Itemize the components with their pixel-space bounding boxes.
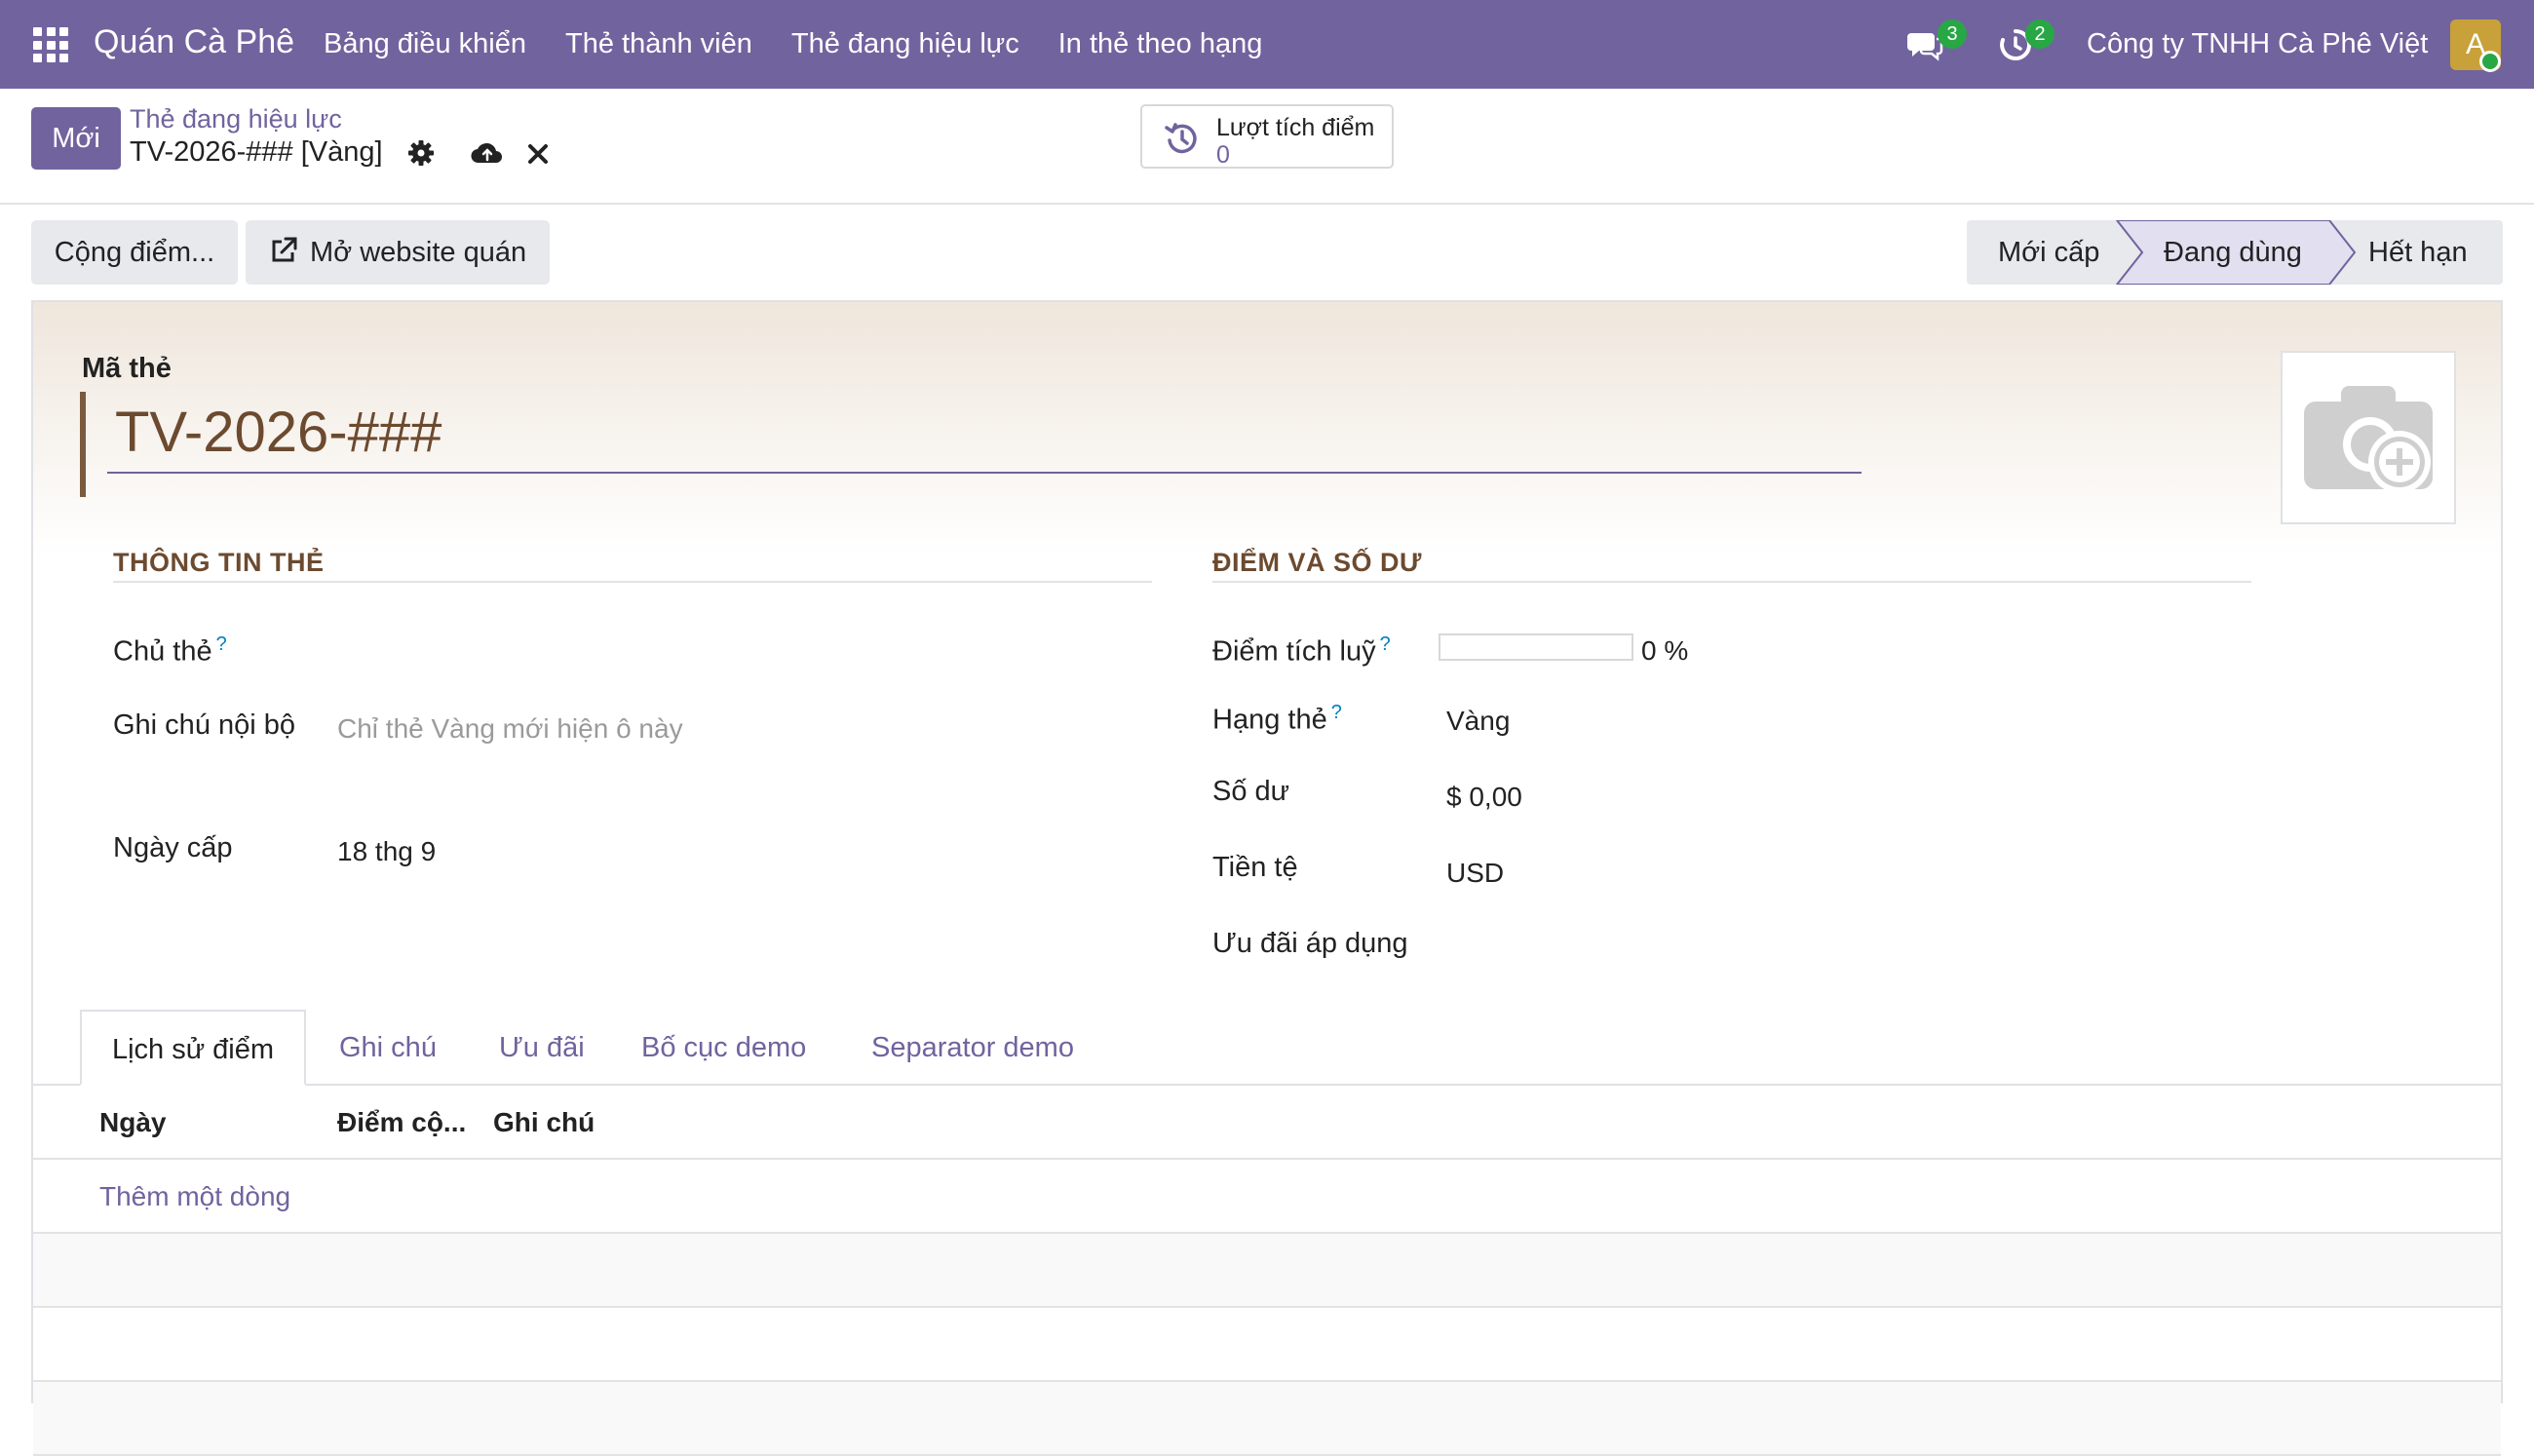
balance-label: Số dư — [1212, 776, 1290, 807]
open-website-label: Mở website quán — [310, 237, 527, 268]
card-image-upload[interactable] — [2281, 351, 2456, 524]
internal-note-field[interactable]: Chỉ thẻ Vàng mới hiện ô này — [337, 713, 683, 745]
add-line-link[interactable]: Thêm một dòng — [99, 1160, 290, 1234]
section-divider — [1212, 581, 2251, 583]
stage-new[interactable]: Mới cấp — [1998, 220, 2099, 285]
help-tooltip-icon[interactable]: ? — [216, 633, 227, 655]
issue-date-label: Ngày cấp — [113, 832, 233, 863]
tab-separator-demo[interactable]: Separator demo — [871, 1010, 1074, 1086]
holder-field[interactable] — [337, 633, 1136, 669]
new-button[interactable]: Mới — [31, 107, 121, 170]
history-icon — [1165, 123, 1197, 154]
tier-label: Hạng thẻ? — [1212, 702, 1342, 737]
control-panel: Mới Thẻ đang hiệu lực TV-2026-### [Vàng]… — [0, 89, 2534, 205]
top-navbar: Quán Cà Phê Bảng điều khiển Thẻ thành vi… — [0, 0, 2534, 89]
points-progress-value: 0 % — [1641, 635, 1689, 666]
discard-x-icon[interactable] — [524, 140, 552, 168]
column-header-points[interactable]: Điểm cộ... — [337, 1086, 466, 1160]
stage-active[interactable]: Đang dùng — [2164, 220, 2302, 285]
points-balance-section-title: ĐIỂM VÀ SỐ DƯ — [1212, 548, 1422, 577]
offer-field[interactable] — [1446, 928, 2246, 963]
add-points-button[interactable]: Cộng điểm... — [31, 220, 238, 285]
help-tooltip-icon[interactable]: ? — [1380, 633, 1391, 655]
points-label-text: Điểm tích luỹ — [1212, 635, 1376, 668]
table-header-row: Ngày Điểm cộ... Ghi chú — [33, 1086, 2501, 1160]
menu-dashboard[interactable]: Bảng điều khiển — [324, 28, 526, 60]
tier-label-text: Hạng thẻ — [1212, 704, 1327, 736]
holder-label: Chủ thẻ? — [113, 633, 227, 669]
menu-active-cards[interactable]: Thẻ đang hiệu lực — [791, 28, 1019, 60]
app-brand[interactable]: Quán Cà Phê — [94, 23, 294, 61]
tab-offers[interactable]: Ưu đãi — [499, 1010, 585, 1086]
internal-note-label: Ghi chú nội bộ — [113, 709, 296, 741]
table-row — [33, 1382, 2501, 1456]
currency-label: Tiền tệ — [1212, 852, 1298, 883]
open-website-button[interactable]: Mở website quán — [246, 220, 550, 285]
card-info-section-title: THÔNG TIN THẺ — [113, 548, 325, 577]
offer-label: Ưu đãi áp dụng — [1212, 928, 1408, 959]
smart-button-value: 0 — [1216, 141, 1230, 169]
messages-count-badge: 3 — [1938, 19, 1967, 49]
tab-points-history[interactable]: Lịch sử điểm — [80, 1010, 306, 1086]
menu-member-cards[interactable]: Thẻ thành viên — [565, 28, 752, 60]
notebook-tabs: Lịch sử điểm Ghi chú Ưu đãi Bố cục demo … — [33, 1010, 2501, 1086]
breadcrumb-parent[interactable]: Thẻ đang hiệu lực — [130, 104, 342, 134]
holder-label-text: Chủ thẻ — [113, 635, 212, 668]
issue-date-field[interactable]: 18 thg 9 — [337, 836, 436, 867]
company-switcher[interactable]: Công ty TNHH Cà Phê Việt — [2087, 28, 2428, 60]
table-row — [33, 1234, 2501, 1308]
points-history-table: Ngày Điểm cộ... Ghi chú Thêm một dòng — [33, 1086, 2501, 1456]
online-status-dot — [2479, 51, 2501, 72]
cloud-upload-icon[interactable] — [470, 139, 505, 167]
external-link-icon — [272, 237, 297, 262]
tab-layout-demo[interactable]: Bố cục demo — [641, 1010, 806, 1086]
table-row: Thêm một dòng — [33, 1160, 2501, 1234]
smart-button-label: Lượt tích điểm — [1216, 114, 1375, 141]
column-header-date[interactable]: Ngày — [99, 1086, 166, 1160]
form-sheet: Mã thẻ TV-2026-### THÔNG TIN THẺ Chủ thẻ… — [31, 300, 2503, 1456]
tier-field[interactable]: Vàng — [1446, 706, 1510, 737]
gear-icon[interactable] — [407, 139, 435, 167]
section-divider — [113, 581, 1152, 583]
balance-field: $ 0,00 — [1446, 782, 1522, 812]
points-progress-bar — [1439, 633, 1633, 661]
main-menu: Bảng điều khiển Thẻ thành viên Thẻ đang … — [324, 28, 1301, 60]
points-history-smart-button[interactable]: Lượt tích điểm 0 — [1140, 104, 1394, 169]
stage-expired[interactable]: Hết hạn — [2368, 220, 2468, 285]
menu-print-by-tier[interactable]: In thẻ theo hạng — [1058, 28, 1263, 60]
card-code-label: Mã thẻ — [82, 353, 172, 384]
currency-field[interactable]: USD — [1446, 858, 1504, 889]
card-code-input[interactable]: TV-2026-### — [107, 392, 1862, 474]
column-header-note[interactable]: Ghi chú — [493, 1086, 595, 1160]
tab-notes[interactable]: Ghi chú — [339, 1010, 437, 1086]
table-row — [33, 1308, 2501, 1382]
points-label: Điểm tích luỹ? — [1212, 633, 1391, 669]
activities-count-badge: 2 — [2025, 19, 2054, 49]
apps-grid-icon[interactable] — [33, 27, 68, 62]
camera-plus-icon — [2304, 386, 2433, 493]
breadcrumb-current: TV-2026-### [Vàng] — [130, 136, 383, 168]
status-bar: Mới cấp Đang dùng Hết hạn — [1967, 220, 2503, 285]
tier-accent-bar — [80, 392, 86, 497]
help-tooltip-icon[interactable]: ? — [1331, 702, 1342, 723]
